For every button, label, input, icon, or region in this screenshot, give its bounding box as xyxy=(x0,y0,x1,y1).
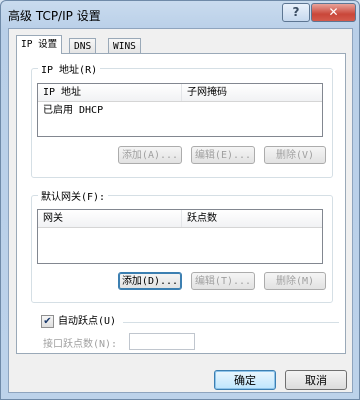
add-ip-button[interactable]: 添加(A)... xyxy=(118,146,182,164)
tab-page-ip-settings: IP 地址(R) IP 地址 子网掩码 已启用 DHCP 添加(A)... 编辑… xyxy=(16,53,346,354)
remove-gateway-button[interactable]: 删除(M) xyxy=(264,272,326,290)
interface-metric-label: 接口跃点数(N): xyxy=(43,339,118,350)
ip-address-group-label: IP 地址(R) xyxy=(38,61,101,76)
divider xyxy=(123,322,339,323)
gateway-list[interactable]: 网关 跃点数 xyxy=(37,209,323,264)
remove-ip-button[interactable]: 删除(V) xyxy=(264,146,326,164)
column-header-ip-address[interactable]: IP 地址 xyxy=(38,84,182,101)
edit-gateway-button[interactable]: 编辑(T)... xyxy=(191,272,255,290)
close-icon: ✕ xyxy=(328,5,339,19)
close-button[interactable]: ✕ xyxy=(311,3,356,22)
add-gateway-button[interactable]: 添加(D)... xyxy=(118,272,182,290)
interface-metric-input[interactable] xyxy=(129,333,195,350)
column-header-metric[interactable]: 跃点数 xyxy=(182,210,321,227)
tab-ip-settings[interactable]: IP 设置 xyxy=(16,35,63,54)
automatic-metric-label[interactable]: 自动跃点(U) xyxy=(58,315,116,329)
window-title: 高级 TCP/IP 设置 xyxy=(8,9,101,23)
ok-button[interactable]: 确定 xyxy=(214,370,276,390)
tab-dns[interactable]: DNS xyxy=(69,38,97,54)
list-item[interactable]: 已启用 DHCP xyxy=(38,103,322,118)
default-gateway-group-label: 默认网关(F): xyxy=(38,188,109,203)
ip-address-group: IP 地址(R) IP 地址 子网掩码 已启用 DHCP 添加(A)... 编辑… xyxy=(31,61,333,178)
help-button[interactable]: ? xyxy=(282,3,310,22)
tab-wins[interactable]: WINS xyxy=(108,38,141,54)
column-header-subnet-mask[interactable]: 子网掩码 xyxy=(182,84,321,101)
title-bar[interactable]: 高级 TCP/IP 设置 ? ✕ xyxy=(1,1,359,27)
dialog-window: 高级 TCP/IP 设置 ? ✕ IP 设置 DNS WINS IP 地址(R)… xyxy=(0,0,360,400)
edit-ip-button[interactable]: 编辑(E)... xyxy=(191,146,255,164)
column-header-gateway[interactable]: 网关 xyxy=(38,210,182,227)
ip-address-list-header: IP 地址 子网掩码 xyxy=(38,84,322,102)
ip-address-list[interactable]: IP 地址 子网掩码 已启用 DHCP xyxy=(37,83,323,137)
default-gateway-group: 默认网关(F): 网关 跃点数 添加(D)... 编辑(T)... 删除(M) xyxy=(31,188,333,303)
gateway-list-header: 网关 跃点数 xyxy=(38,210,322,228)
automatic-metric-checkbox[interactable]: ✔ xyxy=(41,315,54,328)
checkmark-icon: ✔ xyxy=(43,316,52,327)
cancel-button[interactable]: 取消 xyxy=(285,370,347,390)
dialog-client-area: IP 设置 DNS WINS IP 地址(R) IP 地址 子网掩码 已启用 D… xyxy=(8,28,353,393)
